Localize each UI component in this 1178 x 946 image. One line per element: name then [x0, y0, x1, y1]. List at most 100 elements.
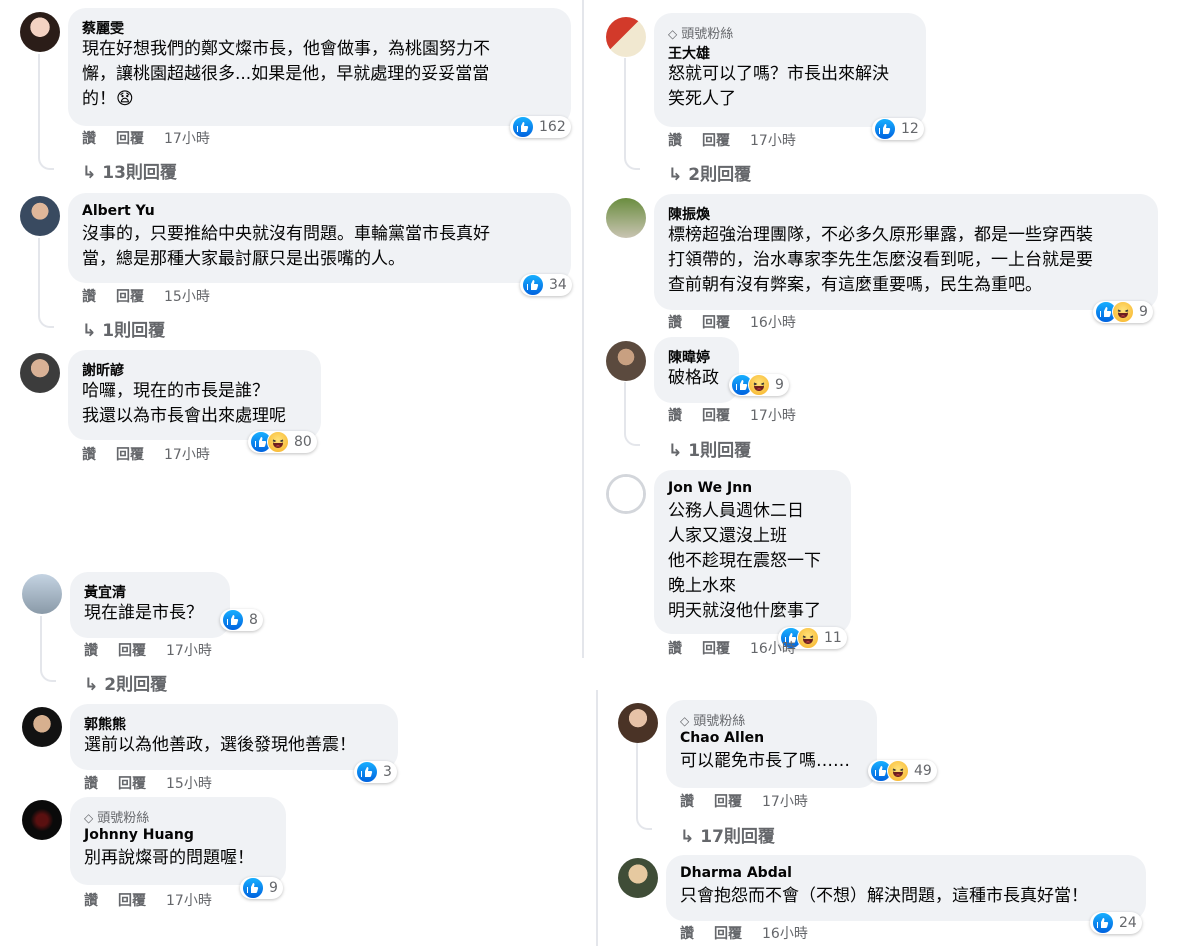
- view-replies-link[interactable]: ↳ 13則回覆: [82, 158, 177, 183]
- avatar[interactable]: [22, 574, 62, 614]
- comment-author[interactable]: 謝昕諺: [82, 360, 124, 380]
- like-button[interactable]: 讚: [82, 131, 96, 147]
- diamond-icon: ◇: [84, 811, 94, 825]
- comment-actions: 讚 回覆 17小時: [680, 791, 828, 811]
- comment-author[interactable]: 蔡麗雯: [82, 18, 124, 38]
- comment-author[interactable]: 黃宜清: [84, 582, 126, 602]
- reply-button[interactable]: 回覆: [118, 893, 146, 909]
- comment-text-line: 笑死人了: [668, 89, 736, 109]
- comment-timestamp[interactable]: 16小時: [762, 926, 808, 942]
- like-button[interactable]: 讚: [680, 794, 694, 810]
- avatar[interactable]: [606, 198, 646, 238]
- comment-author[interactable]: 王大雄: [668, 43, 710, 63]
- top-fan-badge: ◇ 頭號粉絲: [668, 23, 733, 42]
- reaction-summary[interactable]: 3: [354, 761, 397, 783]
- comment-author[interactable]: Chao Allen: [680, 730, 764, 746]
- comment-timestamp[interactable]: 17小時: [750, 133, 796, 149]
- comment-author[interactable]: Albert Yu: [82, 203, 155, 219]
- comment-timestamp[interactable]: 16小時: [750, 315, 796, 331]
- reaction-summary[interactable]: 8: [220, 609, 263, 631]
- comment-author[interactable]: Dharma Abdal: [680, 865, 792, 881]
- reply-button[interactable]: 回覆: [116, 131, 144, 147]
- replies-count: 2則回覆: [104, 675, 168, 695]
- comment-author[interactable]: Jon We Jnn: [668, 480, 752, 496]
- avatar[interactable]: [22, 800, 62, 840]
- reaction-count: 34: [549, 277, 567, 293]
- haha-icon: [267, 431, 289, 453]
- comment-author[interactable]: 陳暐婷: [668, 347, 710, 367]
- reply-arrow-icon: ↳: [82, 321, 97, 341]
- like-button[interactable]: 讚: [82, 289, 96, 305]
- reaction-summary[interactable]: 162: [510, 116, 571, 138]
- comment-timestamp[interactable]: 17小時: [164, 447, 210, 463]
- reply-button[interactable]: 回覆: [702, 133, 730, 149]
- reply-button[interactable]: 回覆: [714, 794, 742, 810]
- comment-timestamp[interactable]: 15小時: [166, 776, 212, 792]
- reaction-summary[interactable]: 80: [248, 431, 317, 453]
- like-button[interactable]: 讚: [680, 926, 694, 942]
- thread-line: [624, 382, 626, 434]
- like-button[interactable]: 讚: [668, 641, 682, 657]
- reaction-summary[interactable]: 9: [729, 374, 789, 396]
- reply-button[interactable]: 回覆: [702, 315, 730, 331]
- reply-arrow-icon: ↳: [84, 675, 99, 695]
- comment-text-line: 現在誰是市長？: [84, 603, 203, 623]
- reaction-summary[interactable]: 34: [520, 274, 572, 296]
- reaction-summary[interactable]: 12: [872, 118, 924, 140]
- comment-text-line: 哈囉，現在的市長是誰？: [82, 381, 269, 401]
- view-replies-link[interactable]: ↳ 17則回覆: [680, 822, 775, 847]
- like-button[interactable]: 讚: [668, 408, 682, 424]
- comment-text-line: 我還以為市長會出來處理呢: [82, 406, 286, 426]
- reply-button[interactable]: 回覆: [714, 926, 742, 942]
- reply-button[interactable]: 回覆: [116, 289, 144, 305]
- reaction-count: 12: [901, 121, 919, 137]
- comment-timestamp[interactable]: 15小時: [164, 289, 210, 305]
- comment-text-line: 當，總是那種大家最討厭只是出張嘴的人。: [82, 249, 405, 269]
- view-replies-link[interactable]: ↳ 1則回覆: [668, 436, 751, 461]
- avatar[interactable]: [20, 196, 60, 236]
- comment-timestamp[interactable]: 16小時: [750, 641, 796, 657]
- comment-timestamp[interactable]: 17小時: [750, 408, 796, 424]
- comment-timestamp[interactable]: 17小時: [166, 893, 212, 909]
- view-replies-link[interactable]: ↳ 1則回覆: [82, 316, 165, 341]
- reply-button[interactable]: 回覆: [702, 641, 730, 657]
- like-button[interactable]: 讚: [84, 776, 98, 792]
- reaction-count: 9: [269, 880, 278, 896]
- avatar[interactable]: [618, 703, 658, 743]
- like-button[interactable]: 讚: [82, 447, 96, 463]
- comment-text-line: 明天就沒他什麼事了: [668, 601, 821, 621]
- reply-button[interactable]: 回覆: [702, 408, 730, 424]
- reaction-summary[interactable]: 9: [1093, 301, 1153, 323]
- reaction-count: 80: [294, 434, 312, 450]
- reaction-count: 49: [914, 763, 932, 779]
- like-button[interactable]: 讚: [84, 893, 98, 909]
- reply-button[interactable]: 回覆: [118, 776, 146, 792]
- reaction-summary[interactable]: 9: [240, 877, 283, 899]
- view-replies-link[interactable]: ↳ 2則回覆: [84, 670, 167, 695]
- reaction-summary[interactable]: 24: [1090, 912, 1142, 934]
- reaction-summary[interactable]: 49: [868, 760, 937, 782]
- reply-button[interactable]: 回覆: [118, 643, 146, 659]
- comment-timestamp[interactable]: 17小時: [164, 131, 210, 147]
- replies-count: 1則回覆: [688, 441, 752, 461]
- comment-author[interactable]: 郭熊熊: [84, 714, 126, 734]
- like-button[interactable]: 讚: [668, 315, 682, 331]
- avatar[interactable]: [606, 17, 646, 57]
- reply-arrow-icon: ↳: [668, 441, 683, 461]
- reply-button[interactable]: 回覆: [116, 447, 144, 463]
- view-replies-link[interactable]: ↳ 2則回覆: [668, 160, 751, 185]
- avatar[interactable]: [606, 341, 646, 381]
- comment-author[interactable]: 陳振煥: [668, 204, 710, 224]
- comment-timestamp[interactable]: 17小時: [166, 643, 212, 659]
- thread-curve: [38, 154, 54, 170]
- haha-icon: [1112, 301, 1134, 323]
- like-button[interactable]: 讚: [668, 133, 682, 149]
- comment-author[interactable]: Johnny Huang: [84, 827, 194, 843]
- avatar[interactable]: [22, 707, 62, 747]
- comment-timestamp[interactable]: 17小時: [762, 794, 808, 810]
- avatar[interactable]: [606, 474, 646, 514]
- avatar[interactable]: [20, 12, 60, 52]
- like-button[interactable]: 讚: [84, 643, 98, 659]
- avatar[interactable]: [618, 858, 658, 898]
- avatar[interactable]: [20, 353, 60, 393]
